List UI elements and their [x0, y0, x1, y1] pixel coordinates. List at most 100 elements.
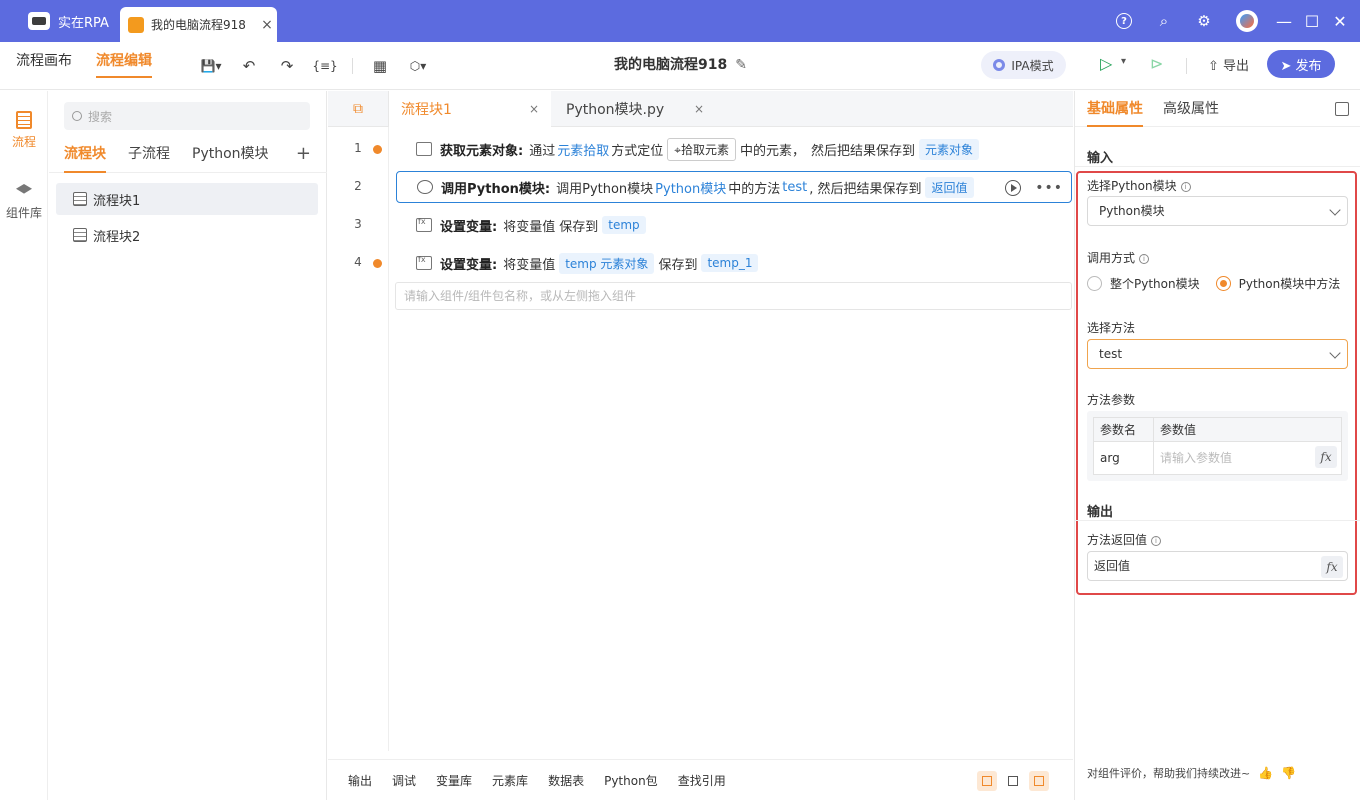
- ai-icon[interactable]: ⬡▾: [399, 51, 437, 81]
- thumbs-up-icon[interactable]: 👍: [1258, 766, 1273, 780]
- tab-flow-canvas[interactable]: 流程画布: [16, 42, 72, 90]
- tab-flow-block-1[interactable]: 流程块1 ×: [389, 91, 551, 127]
- close-icon[interactable]: ✕: [1326, 12, 1354, 31]
- variable-chip[interactable]: temp 元素对象: [559, 252, 655, 274]
- bottom-tab-elements[interactable]: 元素库: [492, 772, 528, 789]
- app-logo-icon: [28, 12, 50, 30]
- window-tab[interactable]: 我的电脑流程918 ×: [120, 7, 277, 42]
- save-icon[interactable]: 💾▾: [192, 51, 230, 81]
- bottom-tab-variables[interactable]: 变量库: [436, 772, 472, 789]
- step-call-python-module[interactable]: 调用Python模块: 调用Python模块 Python模块 中的方法 tes…: [396, 171, 1072, 203]
- step-text: 中的元素，: [740, 143, 806, 159]
- redo-icon[interactable]: ↷: [268, 51, 306, 81]
- maximize-icon[interactable]: ☐: [1298, 12, 1326, 31]
- variable-chip[interactable]: temp: [602, 216, 646, 234]
- more-icon[interactable]: •••: [1035, 180, 1063, 196]
- search-icon[interactable]: ⌕: [1144, 0, 1184, 42]
- radio-whole-module[interactable]: [1087, 276, 1102, 291]
- bottom-tab-datatable[interactable]: 数据表: [548, 772, 584, 789]
- tab-overview-icon[interactable]: ⧉: [328, 91, 389, 127]
- variable-chip[interactable]: 返回值: [925, 176, 974, 198]
- run-step-icon[interactable]: [1005, 180, 1022, 196]
- return-value-input[interactable]: 返回值 fx: [1087, 551, 1348, 581]
- method-select[interactable]: test: [1087, 339, 1348, 369]
- tab-flow-blocks[interactable]: 流程块: [64, 141, 106, 173]
- tab-python-modules[interactable]: Python模块: [192, 141, 269, 173]
- bottom-tab-python-packages[interactable]: Python包: [604, 772, 658, 789]
- avatar[interactable]: [1236, 10, 1258, 32]
- tab-python-module-py[interactable]: Python模块.py ×: [554, 91, 716, 127]
- add-component-input[interactable]: 请输入组件/组件包名称，或从左侧拖入组件: [395, 282, 1072, 310]
- variables-icon[interactable]: {≡}: [306, 51, 344, 81]
- variable-chip[interactable]: temp_1: [701, 254, 759, 272]
- radio-module-method-label[interactable]: Python模块中方法: [1239, 275, 1341, 292]
- run-dropdown-icon[interactable]: ▾: [1121, 56, 1126, 67]
- flow-step-row[interactable]: 4 设置变量: 将变量值 temp 元素对象 保存到 temp_1: [328, 247, 1073, 279]
- ipa-mode-button[interactable]: IPA模式: [981, 51, 1066, 79]
- breakpoint-dot[interactable]: [373, 259, 382, 268]
- module-field-label: 选择Python模块 i: [1087, 177, 1191, 194]
- tab-flow-edit[interactable]: 流程编辑: [96, 42, 152, 90]
- bottom-panel-toggle-icon[interactable]: [1003, 771, 1023, 791]
- step-get-element[interactable]: 获取元素对象: 通过 元素拾取 方式定位 ⌖拾取元素 中的元素， 然后把结果保存…: [396, 133, 1072, 165]
- debug-run-icon[interactable]: ⊳: [1150, 54, 1163, 73]
- step-keyword: test: [782, 179, 808, 195]
- nav-flow[interactable]: 流程: [0, 91, 48, 150]
- step-set-variable[interactable]: 设置变量: 将变量值 保存到 temp: [396, 209, 1072, 241]
- python-module-select[interactable]: Python模块: [1087, 196, 1348, 226]
- tab-subflows[interactable]: 子流程: [128, 141, 170, 173]
- flow-block-item[interactable]: 流程块2: [56, 219, 318, 251]
- variable-chip[interactable]: 元素对象: [919, 138, 980, 160]
- line-number: 2: [354, 179, 362, 193]
- layers-icon: [16, 184, 32, 194]
- bottom-tab-find-references[interactable]: 查找引用: [678, 772, 726, 789]
- settings-icon[interactable]: ⚙: [1184, 0, 1224, 42]
- export-button[interactable]: ⇧ 导出: [1208, 55, 1249, 74]
- info-icon: i: [1180, 182, 1191, 192]
- fx-icon[interactable]: fx: [1321, 556, 1343, 578]
- publish-button[interactable]: ➤ 发布: [1267, 50, 1335, 78]
- minimize-icon[interactable]: —: [1270, 12, 1298, 31]
- breakpoint-dot[interactable]: [373, 145, 382, 154]
- thumbs-down-icon[interactable]: 👎: [1281, 766, 1296, 780]
- layout-toggles: [971, 771, 1049, 791]
- ipa-icon: [993, 59, 1006, 71]
- flow-step-row[interactable]: 1 获取元素对象: 通过 元素拾取 方式定位 ⌖拾取元素 中的元素， 然后把结果…: [328, 133, 1073, 165]
- radio-whole-module-label[interactable]: 整个Python模块: [1110, 275, 1200, 292]
- flow-step-row[interactable]: 3 设置变量: 将变量值 保存到 temp: [328, 209, 1073, 241]
- window-tab-title: 我的电脑流程918: [151, 18, 246, 32]
- titlebar-actions: ? ⌕ ⚙ — ☐ ✕: [1104, 0, 1360, 42]
- tab-advanced-properties[interactable]: 高级属性: [1163, 91, 1219, 127]
- panel-layout-icon[interactable]: [1335, 102, 1349, 116]
- right-panel-toggle-icon[interactable]: [1029, 771, 1049, 791]
- tab-basic-properties[interactable]: 基础属性: [1087, 91, 1143, 127]
- undo-icon[interactable]: ↶: [230, 51, 268, 81]
- chevron-down-icon: [1329, 204, 1341, 216]
- radio-module-method[interactable]: [1215, 276, 1231, 291]
- left-panel-toggle-icon[interactable]: [977, 771, 997, 791]
- table-icon[interactable]: ▦: [361, 51, 399, 81]
- step-text: 将变量值: [503, 257, 556, 273]
- pick-element-button[interactable]: ⌖拾取元素: [667, 137, 737, 161]
- nav-component-library[interactable]: 组件库: [0, 150, 48, 221]
- step-set-variable[interactable]: 设置变量: 将变量值 temp 元素对象 保存到 temp_1: [396, 247, 1072, 279]
- param-value-input[interactable]: 请输入参数值 fx: [1154, 442, 1341, 474]
- close-icon[interactable]: ×: [694, 102, 704, 116]
- step-title: 获取元素对象:: [440, 143, 524, 159]
- close-icon[interactable]: ×: [529, 102, 539, 116]
- add-icon[interactable]: +: [296, 143, 311, 164]
- left-panel-tabs: 流程块 子流程 Python模块 +: [49, 141, 327, 173]
- help-icon[interactable]: ?: [1104, 0, 1144, 42]
- info-icon: i: [1151, 536, 1162, 546]
- flow-editor: ⧉ 流程块1 × Python模块.py × 1 获取元素对象: 通过 元素拾取…: [328, 91, 1073, 800]
- flow-block-item[interactable]: 流程块1: [56, 183, 318, 215]
- bottom-tab-output[interactable]: 输出: [348, 772, 372, 789]
- editor-tabs: ⧉ 流程块1 × Python模块.py ×: [328, 91, 1073, 127]
- close-tab-icon[interactable]: ×: [257, 17, 277, 33]
- bottom-tab-debug[interactable]: 调试: [392, 772, 416, 789]
- edit-title-icon[interactable]: ✎: [735, 57, 747, 73]
- fx-icon[interactable]: fx: [1315, 446, 1337, 468]
- run-icon[interactable]: ▷: [1100, 54, 1112, 73]
- search-input[interactable]: 搜索: [64, 102, 310, 130]
- flow-step-row[interactable]: 2 调用Python模块: 调用Python模块 Python模块 中的方法 t…: [328, 171, 1073, 203]
